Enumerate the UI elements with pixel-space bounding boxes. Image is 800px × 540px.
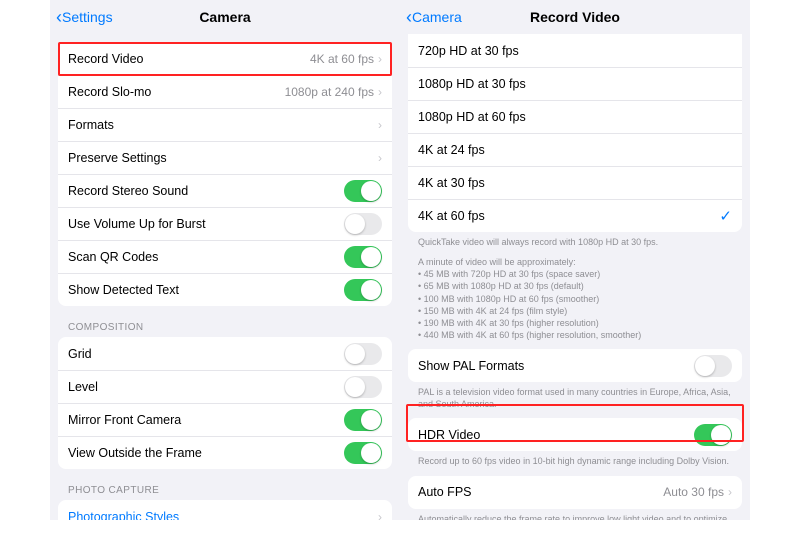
toggle[interactable] xyxy=(344,343,382,365)
section-header-photo-capture: PHOTO CAPTURE xyxy=(50,469,400,500)
back-label: Camera xyxy=(412,9,462,25)
row-label: Grid xyxy=(68,347,344,361)
hdr-group: HDR Video xyxy=(408,418,742,451)
record-video-screen: ‹ Camera Record Video 720p HD at 30 fps 1… xyxy=(400,0,750,520)
toggle[interactable] xyxy=(344,246,382,268)
row-label: View Outside the Frame xyxy=(68,446,344,460)
autofps-footer: Automatically reduce the frame rate to i… xyxy=(400,509,750,520)
resolution-option[interactable]: 720p HD at 30 fps xyxy=(408,34,742,67)
quicktake-footer: QuickTake video will always record with … xyxy=(400,232,750,248)
filesize-item: 45 MB with 720p HD at 30 fps (space save… xyxy=(418,268,732,280)
chevron-right-icon: › xyxy=(378,85,382,99)
filesize-item: 440 MB with 4K at 60 fps (higher resolut… xyxy=(418,329,732,341)
row-label: 1080p HD at 30 fps xyxy=(418,77,732,91)
filesize-item: 100 MB with 1080p HD at 60 fps (smoother… xyxy=(418,293,732,305)
navbar: ‹ Settings Camera xyxy=(50,0,400,34)
resolution-options-group: 720p HD at 30 fps 1080p HD at 30 fps 1080p… xyxy=(408,34,742,232)
settings-row[interactable]: Record Slo-mo1080p at 240 fps › xyxy=(58,75,392,108)
settings-row[interactable]: Record Video4K at 60 fps › xyxy=(58,42,392,75)
show-pal-formats-row[interactable]: Show PAL Formats xyxy=(408,349,742,382)
auto-fps-row[interactable]: Auto FPS Auto 30 fps › xyxy=(408,476,742,509)
settings-toggle-row[interactable]: Show Detected Text xyxy=(58,273,392,306)
row-label: Auto FPS xyxy=(418,485,663,499)
row-value: Auto 30 fps xyxy=(663,485,724,499)
toggle[interactable] xyxy=(344,180,382,202)
row-label: Scan QR Codes xyxy=(68,250,344,264)
settings-toggle-row[interactable]: Level xyxy=(58,370,392,403)
resolution-option[interactable]: 4K at 60 fps✓ xyxy=(408,199,742,232)
toggle[interactable] xyxy=(344,376,382,398)
settings-toggle-row[interactable]: Use Volume Up for Burst xyxy=(58,207,392,240)
row-label: 4K at 24 fps xyxy=(418,143,732,157)
row-label: 4K at 30 fps xyxy=(418,176,732,190)
toggle[interactable] xyxy=(344,442,382,464)
page-title: Record Video xyxy=(530,9,620,25)
filesize-item: 150 MB with 4K at 24 fps (film style) xyxy=(418,305,732,317)
chevron-right-icon: › xyxy=(728,485,732,499)
page-title: Camera xyxy=(199,9,250,25)
camera-settings-screen: ‹ Settings Camera Record Video4K at 60 f… xyxy=(50,0,400,520)
row-label: Formats xyxy=(68,118,378,132)
row-label: Show Detected Text xyxy=(68,283,344,297)
show-pal-formats-toggle[interactable] xyxy=(694,355,732,377)
chevron-right-icon: › xyxy=(378,52,382,66)
row-value: 1080p at 240 fps xyxy=(285,85,374,99)
hdr-video-row[interactable]: HDR Video xyxy=(408,418,742,451)
settings-toggle-row[interactable]: Record Stereo Sound xyxy=(58,174,392,207)
filesize-item: 65 MB with 1080p HD at 30 fps (default) xyxy=(418,280,732,292)
composition-group: Grid Level Mirror Front Camera View Outside… xyxy=(58,337,392,469)
settings-toggle-row[interactable]: Grid xyxy=(58,337,392,370)
row-label: Level xyxy=(68,380,344,394)
toggle[interactable] xyxy=(344,279,382,301)
section-header-composition: COMPOSITION xyxy=(50,306,400,337)
hdr-footer: Record up to 60 fps video in 10-bit high… xyxy=(400,451,750,467)
photo-capture-group: Photographic Styles › xyxy=(58,500,392,520)
row-value: 4K at 60 fps xyxy=(310,52,374,66)
checkmark-icon: ✓ xyxy=(719,207,732,225)
chevron-right-icon: › xyxy=(378,118,382,132)
row-label: HDR Video xyxy=(418,428,694,442)
row-label: 4K at 60 fps xyxy=(418,209,719,223)
photographic-styles-row[interactable]: Photographic Styles › xyxy=(58,500,392,520)
row-label: 1080p HD at 60 fps xyxy=(418,110,732,124)
row-label: Record Slo-mo xyxy=(68,85,285,99)
row-label: Photographic Styles xyxy=(68,510,378,521)
settings-toggle-row[interactable]: Mirror Front Camera xyxy=(58,403,392,436)
autofps-group: Auto FPS Auto 30 fps › xyxy=(408,476,742,509)
resolution-option[interactable]: 1080p HD at 60 fps xyxy=(408,100,742,133)
row-label: Record Video xyxy=(68,52,310,66)
row-label: Preserve Settings xyxy=(68,151,378,165)
settings-row[interactable]: Formats› xyxy=(58,108,392,141)
pal-footer: PAL is a television video format used in… xyxy=(400,382,750,410)
filesize-lead: A minute of video will be approximately: xyxy=(418,256,732,268)
resolution-option[interactable]: 1080p HD at 30 fps xyxy=(408,67,742,100)
filesize-item: 190 MB with 4K at 30 fps (higher resolut… xyxy=(418,317,732,329)
navbar: ‹ Camera Record Video xyxy=(400,0,750,34)
row-label: Record Stereo Sound xyxy=(68,184,344,198)
hdr-video-toggle[interactable] xyxy=(694,424,732,446)
recording-group: Record Video4K at 60 fps›Record Slo-mo10… xyxy=(58,42,392,306)
toggle[interactable] xyxy=(344,213,382,235)
filesize-list: 45 MB with 720p HD at 30 fps (space save… xyxy=(418,268,732,341)
settings-row[interactable]: Preserve Settings› xyxy=(58,141,392,174)
settings-toggle-row[interactable]: Scan QR Codes xyxy=(58,240,392,273)
row-label: Use Volume Up for Burst xyxy=(68,217,344,231)
toggle[interactable] xyxy=(344,409,382,431)
chevron-right-icon: › xyxy=(378,151,382,165)
pal-group: Show PAL Formats xyxy=(408,349,742,382)
back-button[interactable]: ‹ Settings xyxy=(56,9,113,25)
filesize-footer: A minute of video will be approximately:… xyxy=(400,248,750,341)
row-label: 720p HD at 30 fps xyxy=(418,44,732,58)
settings-toggle-row[interactable]: View Outside the Frame xyxy=(58,436,392,469)
chevron-right-icon: › xyxy=(378,510,382,521)
row-label: Mirror Front Camera xyxy=(68,413,344,427)
resolution-option[interactable]: 4K at 24 fps xyxy=(408,133,742,166)
row-label: Show PAL Formats xyxy=(418,359,694,373)
resolution-option[interactable]: 4K at 30 fps xyxy=(408,166,742,199)
back-button[interactable]: ‹ Camera xyxy=(406,9,462,25)
back-label: Settings xyxy=(62,9,113,25)
